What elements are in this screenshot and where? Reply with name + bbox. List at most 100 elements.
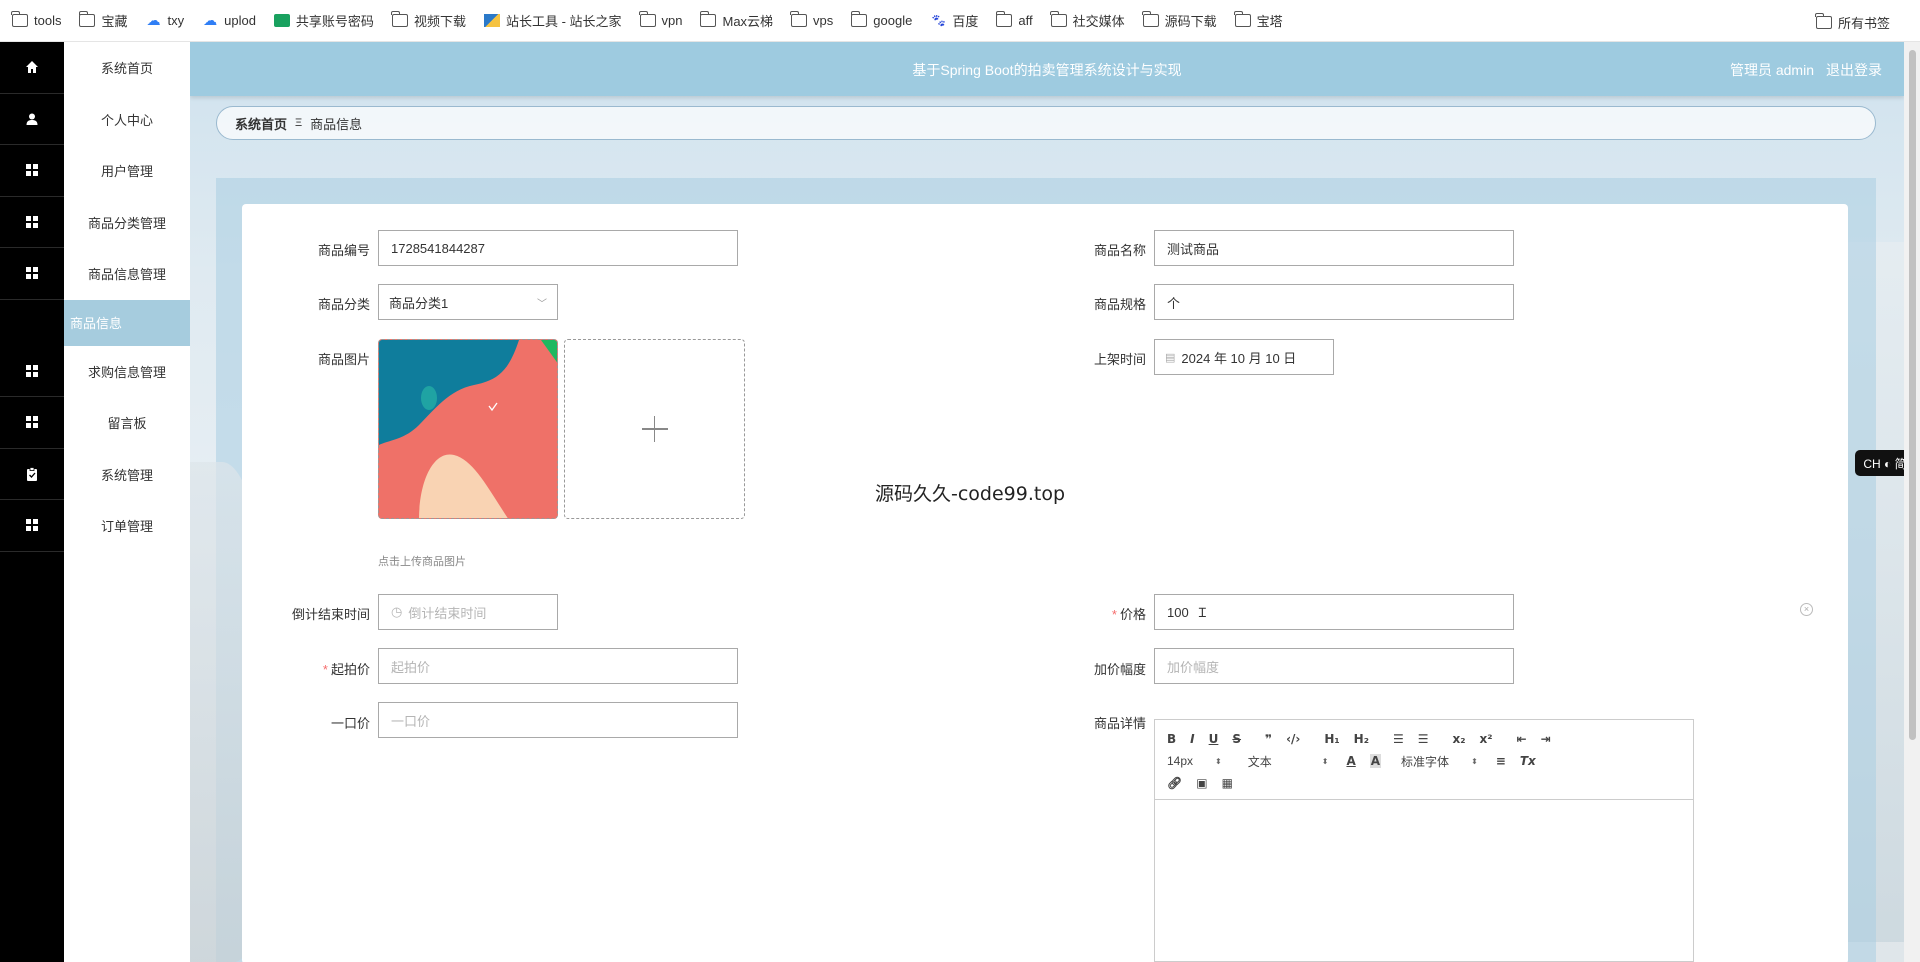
subscript-icon[interactable]: x₂ bbox=[1453, 732, 1466, 746]
upload-hint: 点击上传商品图片 bbox=[378, 556, 466, 568]
bookmark-item[interactable]: 共享账号密码 bbox=[273, 11, 374, 30]
superscript-icon[interactable]: x² bbox=[1480, 732, 1493, 746]
ordered-list-icon[interactable]: ☰ bbox=[1393, 732, 1404, 746]
bookmark-item[interactable]: 宝藏 bbox=[78, 11, 127, 30]
bookmark-item[interactable]: 🐾︎ 百度 bbox=[930, 11, 978, 30]
scrollbar-thumb[interactable] bbox=[1909, 50, 1916, 740]
bookmark-label: 站长工具 - 站长之家 bbox=[505, 14, 622, 29]
upload-add-button[interactable] bbox=[564, 339, 745, 519]
font-size-select[interactable]: 14px ⬍ bbox=[1167, 754, 1222, 768]
link-icon[interactable]: 🔗︎ bbox=[1167, 776, 1182, 790]
product-no-input[interactable]: 1728541844287 bbox=[378, 230, 738, 266]
folder-icon bbox=[11, 11, 28, 27]
product-name-input[interactable]: 测试商品 bbox=[1154, 230, 1514, 266]
countdown-input[interactable]: ◷ 倒计结束时间 bbox=[378, 594, 558, 630]
sidebar-item-users[interactable]: 用户管理 bbox=[64, 145, 190, 197]
clear-format-icon[interactable]: Tx bbox=[1520, 754, 1536, 768]
bookmark-label: tools bbox=[34, 13, 62, 28]
folder-icon bbox=[1049, 11, 1067, 27]
bookmark-item[interactable]: tools bbox=[11, 11, 62, 28]
sidebar-item-product-info[interactable]: 商品信息 bbox=[64, 299, 190, 346]
font-family-select[interactable]: 标准字体 ⬍ bbox=[1401, 753, 1478, 770]
clock-icon: ◷ bbox=[391, 604, 403, 619]
all-bookmarks[interactable]: 所有书签 bbox=[1815, 13, 1890, 32]
bookmark-item[interactable]: Max云梯 bbox=[699, 11, 773, 30]
sidebar-item-orders[interactable]: 订单管理 bbox=[64, 500, 190, 552]
breadcrumb-home[interactable]: 系统首页 bbox=[235, 114, 287, 133]
heading1-icon[interactable]: H₁ bbox=[1324, 732, 1339, 746]
calendar-icon: ▤ bbox=[1165, 351, 1176, 364]
detail-label: 商品详情 bbox=[1093, 716, 1146, 731]
paw-icon: 🐾︎ bbox=[930, 13, 947, 28]
sidebar-item-purchase[interactable]: 求购信息管理 bbox=[64, 346, 190, 398]
italic-icon[interactable]: I bbox=[1190, 732, 1194, 746]
editor-toolbar: B I U S ❞ ‹/› H₁ H₂ ☰ ☰ x₂ x² ⇤ ⇥ 14px ⬍ … bbox=[1155, 720, 1693, 800]
bookmark-item[interactable]: 源码下载 bbox=[1141, 11, 1217, 30]
cloud-icon: ☁ bbox=[146, 12, 161, 28]
heading2-icon[interactable]: H₂ bbox=[1354, 732, 1369, 746]
bookmark-item[interactable]: aff bbox=[995, 11, 1033, 28]
grid-icon[interactable] bbox=[0, 500, 64, 552]
sidebar-item-home[interactable]: 系统首页 bbox=[64, 42, 190, 94]
sidebar-item-messages[interactable]: 留言板 bbox=[64, 397, 190, 449]
bookmark-item[interactable]: 站长工具 - 站长之家 bbox=[483, 11, 622, 30]
price-input[interactable]: 100 Ɪ bbox=[1154, 594, 1514, 630]
bold-icon[interactable]: B bbox=[1167, 732, 1176, 746]
bookmark-label: 百度 bbox=[952, 14, 979, 29]
bullet-list-icon[interactable]: ☰ bbox=[1418, 732, 1429, 746]
indent-icon[interactable]: ⇥ bbox=[1541, 732, 1551, 746]
image-icon[interactable]: ▣ bbox=[1196, 776, 1207, 790]
sidebar-item-profile[interactable]: 个人中心 bbox=[64, 94, 190, 146]
folder-icon bbox=[699, 11, 717, 27]
bookmark-item[interactable]: ☁ uplod bbox=[202, 13, 256, 28]
font-color-icon[interactable]: A bbox=[1346, 754, 1355, 768]
rich-text-editor[interactable]: B I U S ❞ ‹/› H₁ H₂ ☰ ☰ x₂ x² ⇤ ⇥ 14px ⬍ … bbox=[1154, 719, 1694, 962]
page-title: 基于Spring Boot的拍卖管理系统设计与实现 bbox=[912, 62, 1182, 78]
align-icon[interactable]: ≡ bbox=[1496, 754, 1506, 768]
home-icon[interactable] bbox=[0, 42, 64, 94]
increment-input[interactable]: 加价幅度 bbox=[1154, 648, 1514, 684]
folder-icon bbox=[850, 11, 868, 27]
grid-icon[interactable] bbox=[0, 248, 64, 300]
list-time-label: 上架时间 bbox=[1093, 352, 1146, 367]
start-price-label: * 起拍价 bbox=[322, 662, 370, 677]
underline-icon[interactable]: U bbox=[1209, 732, 1219, 746]
bookmark-item[interactable]: 社交媒体 bbox=[1049, 11, 1125, 30]
logout-link[interactable]: 退出登录 bbox=[1826, 62, 1882, 78]
bookmark-item[interactable]: ☁ txy bbox=[145, 13, 184, 28]
grid-icon[interactable] bbox=[0, 197, 64, 248]
video-icon[interactable]: ▦ bbox=[1222, 776, 1233, 790]
background-color-icon[interactable]: A bbox=[1369, 754, 1382, 768]
spec-input[interactable]: 个 bbox=[1154, 284, 1514, 320]
grid-icon[interactable] bbox=[0, 397, 64, 449]
bookmark-item[interactable]: 视频下载 bbox=[391, 11, 466, 30]
countdown-label: 倒计结束时间 bbox=[291, 607, 370, 622]
blockquote-icon[interactable]: ❞ bbox=[1265, 732, 1272, 746]
bookmark-item[interactable]: 宝塔 bbox=[1233, 11, 1283, 30]
start-price-input[interactable]: 起拍价 bbox=[378, 648, 738, 684]
grid-icon[interactable] bbox=[0, 145, 64, 197]
text-type-select[interactable]: 文本 ⬍ bbox=[1248, 753, 1329, 770]
list-time-input[interactable]: ▤ 2024 年 10 月 10 日 bbox=[1154, 339, 1334, 375]
bookmark-item[interactable]: vps bbox=[790, 11, 833, 28]
buyout-input[interactable]: 一口价 bbox=[378, 702, 738, 738]
sidebar-item-product-management[interactable]: 商品信息管理 bbox=[64, 248, 190, 300]
code-icon[interactable]: ‹/› bbox=[1286, 732, 1300, 746]
sidebar-item-system[interactable]: 系统管理 bbox=[64, 449, 190, 501]
strikethrough-icon[interactable]: S bbox=[1232, 732, 1241, 746]
clipboard-icon[interactable] bbox=[0, 449, 64, 500]
chevron-down-icon: ﹀ bbox=[537, 298, 547, 310]
sidebar-item-category[interactable]: 商品分类管理 bbox=[64, 197, 190, 249]
bookmark-item[interactable]: vpn bbox=[638, 11, 682, 28]
page-scrollbar[interactable] bbox=[1904, 42, 1920, 962]
user-icon[interactable] bbox=[0, 94, 64, 145]
product-image-preview[interactable] bbox=[378, 339, 558, 519]
clear-icon[interactable]: × bbox=[1800, 603, 1813, 616]
user-name: 管理员 admin bbox=[1729, 62, 1814, 78]
grid-icon[interactable] bbox=[0, 346, 64, 397]
outdent-icon[interactable]: ⇤ bbox=[1517, 732, 1527, 746]
bookmark-label: 源码下载 bbox=[1164, 14, 1217, 29]
category-select[interactable]: 商品分类1 ﹀ bbox=[378, 284, 558, 320]
breadcrumb: 系统首页 Ξ 商品信息 bbox=[216, 106, 1876, 140]
bookmark-item[interactable]: google bbox=[850, 11, 912, 28]
